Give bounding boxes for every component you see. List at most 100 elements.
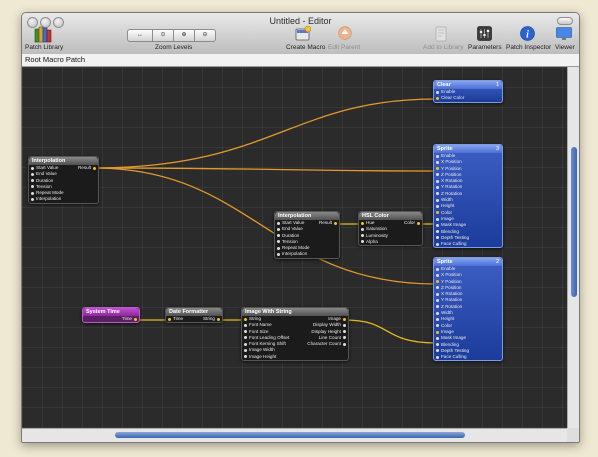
- output-port[interactable]: [93, 166, 96, 170]
- patch-title: System Time: [83, 308, 139, 316]
- input-port[interactable]: [436, 343, 439, 347]
- input-port[interactable]: [436, 186, 439, 190]
- input-port[interactable]: [436, 299, 439, 303]
- input-port[interactable]: [436, 273, 439, 277]
- input-port[interactable]: [244, 330, 247, 334]
- input-port[interactable]: [436, 292, 439, 296]
- input-port[interactable]: [436, 324, 439, 328]
- input-port[interactable]: [31, 185, 34, 189]
- input-port[interactable]: [31, 179, 34, 183]
- viewer-button[interactable]: [556, 27, 572, 41]
- patch-interpolation-1[interactable]: Interpolation Start Value Result End Valu…: [28, 156, 99, 204]
- input-port[interactable]: [277, 246, 280, 250]
- patch-system-time[interactable]: System Time Time: [82, 307, 140, 324]
- input-port[interactable]: [277, 240, 280, 244]
- output-port[interactable]: [134, 317, 137, 321]
- resize-corner[interactable]: [567, 428, 579, 442]
- patch-inspector-button[interactable]: i: [520, 26, 535, 41]
- output-port[interactable]: [343, 330, 346, 334]
- input-port[interactable]: [436, 336, 439, 340]
- input-port[interactable]: [436, 317, 439, 321]
- input-port[interactable]: [436, 242, 439, 246]
- zoom-fit-button[interactable]: ↔: [127, 29, 153, 42]
- input-port[interactable]: [436, 330, 439, 334]
- input-port[interactable]: [436, 223, 439, 227]
- vertical-scrollbar[interactable]: [567, 67, 579, 428]
- patch-title: Sprite 3: [434, 145, 502, 153]
- input-port[interactable]: [244, 323, 247, 327]
- input-port[interactable]: [436, 217, 439, 221]
- patch-image-with-string[interactable]: Image With String String Image Font Name D…: [241, 307, 349, 362]
- input-port[interactable]: [436, 160, 439, 164]
- zoom-in-button[interactable]: ⊕: [173, 29, 195, 42]
- zoom-out-button[interactable]: ⊖: [194, 29, 216, 42]
- input-port[interactable]: [436, 280, 439, 284]
- input-port[interactable]: [277, 227, 280, 231]
- input-port[interactable]: [31, 191, 34, 195]
- input-port[interactable]: [436, 230, 439, 234]
- horizontal-scrollbar[interactable]: [22, 428, 567, 442]
- patch-clear[interactable]: Clear 1 Enable Clear Color: [433, 80, 503, 103]
- add-to-library-button[interactable]: [434, 26, 448, 42]
- input-port[interactable]: [436, 96, 439, 100]
- input-port[interactable]: [436, 267, 439, 271]
- patch-sprite-3[interactable]: Sprite 3 Enable X Position Y Position Z P…: [433, 144, 503, 249]
- output-port[interactable]: [343, 336, 346, 340]
- parameters-button[interactable]: [477, 26, 492, 41]
- vertical-scroll-thumb[interactable]: [571, 147, 577, 297]
- input-port[interactable]: [277, 234, 280, 238]
- input-port[interactable]: [436, 286, 439, 290]
- output-port[interactable]: [334, 221, 337, 225]
- input-port[interactable]: [436, 198, 439, 202]
- output-port[interactable]: [217, 317, 220, 321]
- input-port[interactable]: [436, 192, 439, 196]
- input-port[interactable]: [361, 240, 364, 244]
- patch-hsl-color[interactable]: HSL Color Hue Color Saturation Luminosity…: [358, 211, 423, 247]
- input-port[interactable]: [31, 166, 34, 170]
- patch-title: HSL Color: [359, 212, 422, 220]
- input-port[interactable]: [31, 172, 34, 176]
- patch-sprite-2[interactable]: Sprite 2 Enable X Position Y Position Z P…: [433, 257, 503, 362]
- input-port[interactable]: [436, 355, 439, 359]
- input-port[interactable]: [361, 221, 364, 225]
- svg-text:i: i: [526, 30, 529, 41]
- patch-editor-canvas[interactable]: Interpolation Start Value Result End Valu…: [22, 67, 567, 428]
- input-port[interactable]: [436, 204, 439, 208]
- output-port[interactable]: [343, 323, 346, 327]
- input-port[interactable]: [361, 227, 364, 231]
- edit-parent-button[interactable]: [338, 26, 352, 40]
- input-port[interactable]: [436, 173, 439, 177]
- create-macro-button[interactable]: [295, 25, 312, 42]
- patch-library-button[interactable]: [34, 26, 52, 44]
- patch-date-formatter[interactable]: Date Formatter Time String: [165, 307, 223, 324]
- input-port[interactable]: [244, 317, 247, 321]
- input-port[interactable]: [436, 236, 439, 240]
- input-port[interactable]: [31, 198, 34, 202]
- breadcrumb-root-macro[interactable]: Root Macro Patch: [25, 55, 85, 64]
- input-port[interactable]: [436, 311, 439, 315]
- input-port[interactable]: [244, 349, 247, 353]
- input-port[interactable]: [277, 253, 280, 257]
- toolbar-toggle-button[interactable]: [557, 17, 573, 25]
- input-port[interactable]: [436, 154, 439, 158]
- zoom-actual-button[interactable]: ⊙: [152, 29, 174, 42]
- input-port[interactable]: [436, 90, 439, 94]
- input-port[interactable]: [436, 349, 439, 353]
- horizontal-scroll-thumb[interactable]: [115, 432, 465, 438]
- patch-title: Image With String: [242, 308, 348, 316]
- output-port[interactable]: [343, 317, 346, 321]
- input-port[interactable]: [244, 342, 247, 346]
- patch-interpolation-2[interactable]: Interpolation Start Value Result End Valu…: [274, 211, 340, 259]
- input-port[interactable]: [436, 179, 439, 183]
- input-port[interactable]: [244, 355, 247, 359]
- input-port[interactable]: [436, 305, 439, 309]
- output-port[interactable]: [417, 221, 420, 225]
- input-port[interactable]: [361, 234, 364, 238]
- input-port[interactable]: [436, 211, 439, 215]
- input-port[interactable]: [277, 221, 280, 225]
- parameters-label: Parameters: [468, 44, 502, 51]
- output-port[interactable]: [343, 342, 346, 346]
- input-port[interactable]: [244, 336, 247, 340]
- input-port[interactable]: [168, 317, 171, 321]
- input-port[interactable]: [436, 167, 439, 171]
